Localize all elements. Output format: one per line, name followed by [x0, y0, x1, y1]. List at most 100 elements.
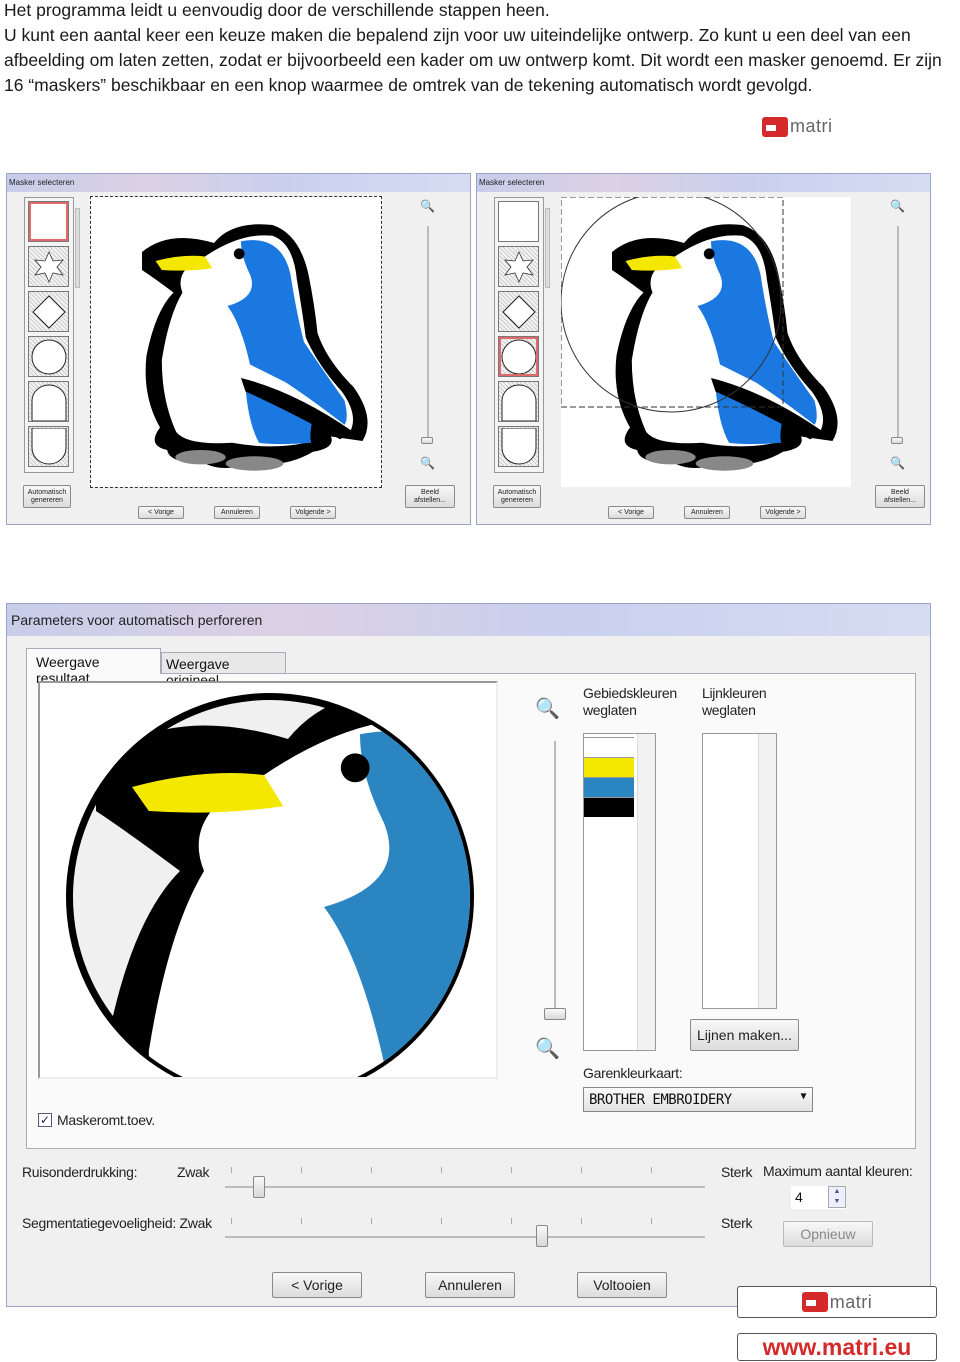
arch-icon	[501, 384, 536, 421]
zoom-in-icon[interactable]: 🔍	[535, 696, 560, 721]
mask-diamond[interactable]	[498, 291, 539, 332]
area-color-swatch[interactable]	[584, 757, 634, 777]
mask-rectangle[interactable]	[498, 201, 539, 242]
zoom-slider-thumb[interactable]	[421, 437, 433, 444]
noise-weak-label: Zwak	[177, 1164, 210, 1180]
website-link[interactable]: www.matri.eu	[737, 1333, 937, 1361]
mask-list-scrollbar[interactable]	[75, 208, 80, 288]
intro-paragraph: U kunt een aantal keer een keuze maken d…	[4, 25, 942, 95]
zoom-in-icon[interactable]: 🔍	[890, 199, 905, 213]
cancel-button[interactable]: Annuleren	[684, 506, 730, 519]
zoom-slider-thumb[interactable]	[544, 1008, 566, 1020]
line-colors-list[interactable]	[702, 733, 777, 1009]
make-lines-button[interactable]: Lijnen maken...	[690, 1019, 799, 1051]
line-colors-scrollbar[interactable]	[758, 734, 776, 1008]
mask-arch[interactable]	[28, 381, 69, 422]
prev-button[interactable]: < Vorige	[608, 506, 654, 519]
thread-chart-label: Garenkleurkaart:	[583, 1065, 683, 1081]
mask-list-scrollbar[interactable]	[545, 208, 550, 288]
zoom-slider[interactable]	[897, 226, 899, 441]
zoom-slider[interactable]	[554, 741, 556, 1016]
zoom-out-icon[interactable]: 🔍	[535, 1036, 560, 1061]
noise-ticks	[231, 1167, 709, 1173]
mask-arch[interactable]	[498, 381, 539, 422]
cancel-button[interactable]: Annuleren	[214, 506, 260, 519]
logo-text: matri	[829, 1291, 873, 1312]
auto-generate-button[interactable]: Automatisch genereren	[23, 485, 71, 508]
zoom-in-icon[interactable]: 🔍	[420, 199, 435, 213]
redo-button[interactable]: Opnieuw	[783, 1221, 873, 1247]
mask-circle[interactable]	[498, 336, 539, 377]
dialog-title: Masker selecteren	[7, 174, 470, 192]
zoom-slider[interactable]	[427, 226, 429, 441]
sewing-machine-icon	[762, 116, 788, 137]
tab-original[interactable]: Weergave origineel	[161, 652, 286, 688]
area-color-swatch[interactable]	[584, 797, 634, 817]
max-colors-spinner[interactable]: 4 ▲ ▼	[791, 1186, 846, 1209]
circle-icon	[31, 339, 66, 374]
sewing-machine-icon	[801, 1292, 828, 1312]
image-canvas[interactable]	[560, 191, 851, 487]
mask-select-dialog: Masker selecteren 🔍 🔍 Automatisch genere…	[476, 173, 931, 525]
mask-star[interactable]	[498, 246, 539, 287]
chevron-down-icon: ▼	[800, 1091, 806, 1102]
mask-inverted-arch[interactable]	[498, 426, 539, 467]
tab-result[interactable]: Weergave resultaat	[26, 648, 161, 686]
mask-inverted-arch[interactable]	[28, 426, 69, 467]
zoom-out-icon[interactable]: 🔍	[420, 456, 435, 470]
max-colors-value: 4	[795, 1189, 803, 1205]
noise-strong-label: Sterk	[721, 1164, 753, 1180]
spinner-arrows-icon[interactable]: ▲ ▼	[828, 1186, 846, 1208]
segmentation-ticks	[231, 1218, 709, 1224]
star-icon	[33, 250, 64, 283]
matri-logo-box: matri	[737, 1286, 937, 1318]
mask-outline-label: Maskeromt.toev.	[57, 1112, 155, 1128]
diamond-icon	[31, 294, 66, 329]
dialog-title: Masker selecteren	[477, 174, 930, 192]
perforate-dialog: Parameters voor automatisch perforeren W…	[6, 603, 931, 1307]
auto-generate-button[interactable]: Automatisch genereren	[493, 485, 541, 508]
mask-star[interactable]	[28, 246, 69, 287]
mask-list[interactable]	[24, 197, 80, 473]
segmentation-strong-label: Sterk	[721, 1215, 753, 1231]
circle-icon	[501, 339, 536, 374]
noise-slider-thumb[interactable]	[252, 1176, 265, 1198]
area-color-swatch[interactable]	[584, 777, 634, 797]
matri-logo: matri	[762, 116, 833, 137]
area-colors-label: Gebiedskleuren weglaten	[583, 685, 677, 718]
inverted-arch-icon	[501, 427, 536, 464]
finish-button[interactable]: Voltooien	[577, 1272, 667, 1298]
image-canvas[interactable]	[90, 196, 382, 488]
thread-chart-value: BROTHER EMBROIDERY	[589, 1092, 732, 1108]
area-color-swatch[interactable]	[584, 737, 634, 757]
zoom-out-icon[interactable]: 🔍	[890, 456, 905, 470]
zoom-slider-thumb[interactable]	[891, 437, 903, 444]
next-button[interactable]: Volgende >	[290, 506, 336, 519]
noise-slider[interactable]	[225, 1186, 705, 1188]
mask-diamond[interactable]	[28, 291, 69, 332]
mask-select-dialog: Masker selecteren 🔍 🔍 Automatisch genere…	[6, 173, 471, 525]
mask-outline-checkbox[interactable]: ✓	[38, 1113, 52, 1127]
area-colors-scrollbar[interactable]	[637, 734, 655, 1050]
prev-button[interactable]: < Vorige	[272, 1272, 362, 1298]
image-adjust-button[interactable]: Beeld afstellen...	[405, 485, 455, 508]
mask-list[interactable]	[494, 197, 550, 473]
segmentation-slider[interactable]	[225, 1236, 705, 1238]
area-colors-list[interactable]	[583, 733, 656, 1051]
segmentation-slider-thumb[interactable]	[535, 1225, 548, 1247]
penguin-image	[142, 224, 368, 471]
thread-chart-select[interactable]: BROTHER EMBROIDERY ▼	[583, 1087, 813, 1112]
mask-rectangle[interactable]	[28, 201, 69, 242]
prev-button[interactable]: < Vorige	[138, 506, 184, 519]
intro-text: Het programma leidt u eenvoudig door de …	[4, 0, 960, 98]
next-button[interactable]: Volgende >	[760, 506, 806, 519]
diamond-icon	[501, 294, 536, 329]
star-icon	[503, 250, 534, 283]
inverted-arch-icon	[31, 427, 66, 464]
noise-label: Ruisonderdrukking:	[22, 1164, 138, 1180]
max-colors-label: Maximum aantal kleuren:	[763, 1163, 913, 1179]
segmentation-label: Segmentatiegevoeligheid: Zwak	[22, 1215, 212, 1231]
image-adjust-button[interactable]: Beeld afstellen...	[875, 485, 925, 508]
cancel-button[interactable]: Annuleren	[425, 1272, 515, 1298]
mask-circle[interactable]	[28, 336, 69, 377]
